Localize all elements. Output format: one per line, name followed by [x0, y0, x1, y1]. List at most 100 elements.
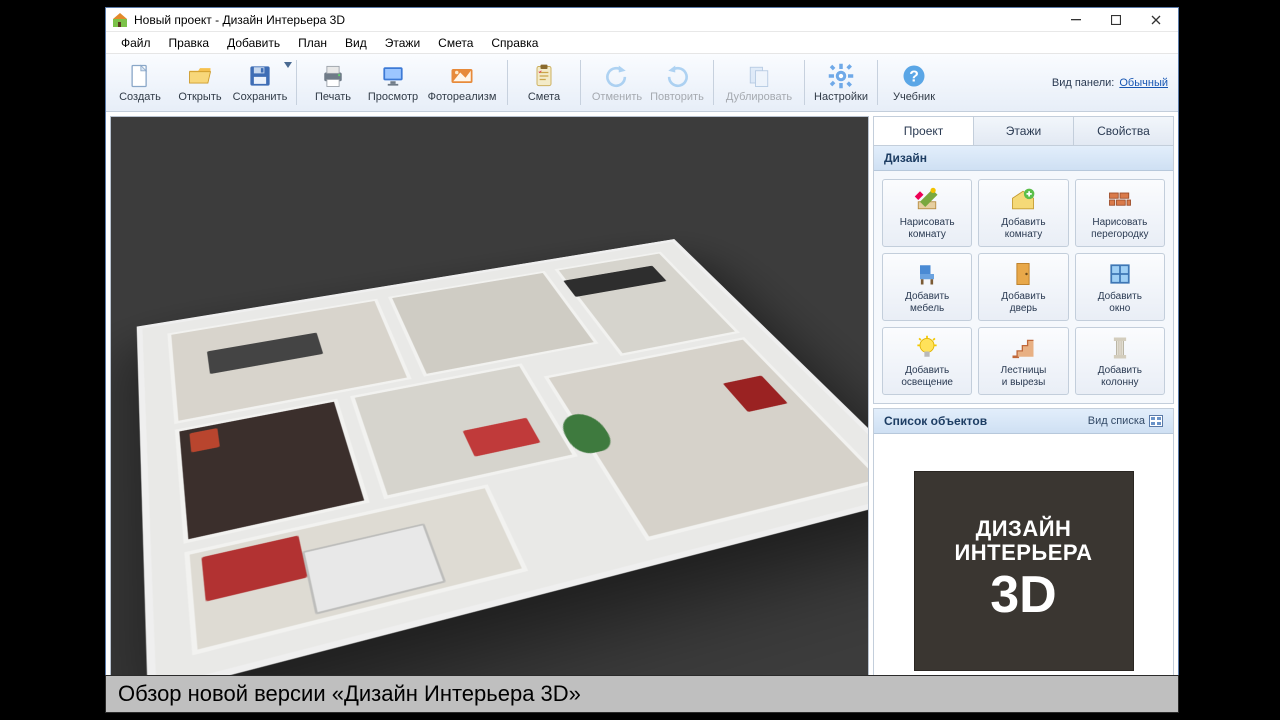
window-icon	[1106, 260, 1134, 288]
render-icon	[448, 62, 476, 90]
design-add-furn-label: Добавитьмебель	[905, 291, 949, 314]
list-view-label: Вид списка	[1088, 415, 1145, 427]
bulb-icon	[913, 334, 941, 362]
toolbar-save-label: Сохранить	[233, 92, 288, 103]
design-add-room-label: Добавитькомнату	[1001, 217, 1045, 240]
list-view-toggle[interactable]	[1149, 415, 1163, 427]
menu-смета[interactable]: Смета	[429, 32, 482, 53]
caption-text: Обзор новой версии «Дизайн Интерьера 3D»	[118, 681, 581, 707]
design-draw-room-label: Нарисоватькомнату	[900, 217, 955, 240]
design-header-label: Дизайн	[884, 151, 927, 165]
ad-banner[interactable]: ДИЗАЙН ИНТЕРЬЕРА 3D	[914, 471, 1134, 671]
design-section: Дизайн Нарисоватькомнату Добавитькомнату Н…	[873, 145, 1174, 404]
design-add-light-button[interactable]: Добавитьосвещение	[882, 327, 972, 395]
panel-tab-2[interactable]: Свойства	[1074, 117, 1173, 145]
app-window: Новый проект - Дизайн Интерьера 3D ФайлП…	[105, 7, 1179, 713]
ad-line2: ИНТЕРЬЕРА	[954, 541, 1092, 565]
panel-tab-0[interactable]: Проект	[874, 117, 974, 145]
door-icon	[1009, 260, 1037, 288]
gear-icon	[827, 62, 855, 90]
file-new-icon	[126, 62, 154, 90]
design-add-light-label: Добавитьосвещение	[901, 365, 953, 388]
toolbar-preview-button[interactable]: Просмотр	[363, 56, 423, 109]
ad-area: ДИЗАЙН ИНТЕРЬЕРА 3D	[874, 434, 1173, 707]
maximize-button[interactable]	[1096, 8, 1136, 32]
design-stairs-button[interactable]: Лестницыи вырезы	[978, 327, 1068, 395]
toolbar-estimate-button[interactable]: Смета	[514, 56, 574, 109]
printer-icon	[319, 62, 347, 90]
menu-этажи[interactable]: Этажи	[376, 32, 429, 53]
design-draw-wall-button[interactable]: Нарисоватьперегородку	[1075, 179, 1165, 247]
floorplan-render	[111, 117, 868, 707]
toolbar-create-label: Создать	[119, 92, 161, 103]
svg-text:?: ?	[909, 68, 919, 85]
redo-icon	[663, 62, 691, 90]
toolbar-settings-label: Настройки	[814, 92, 868, 103]
toolbar-print-label: Печать	[315, 92, 351, 103]
toolbar-print-button[interactable]: Печать	[303, 56, 363, 109]
panel-tabs: ПроектЭтажиСвойства	[873, 116, 1174, 145]
objects-section: Список объектов Вид списка ДИЗАЙН ИНТЕРЬ…	[873, 408, 1174, 708]
toolbar-redo-button: Повторить	[647, 56, 707, 109]
menubar: ФайлПравкаДобавитьПланВидЭтажиСметаСправ…	[106, 32, 1178, 54]
chair-icon	[913, 260, 941, 288]
titlebar: Новый проект - Дизайн Интерьера 3D	[106, 8, 1178, 32]
stairs-icon	[1009, 334, 1037, 362]
menu-файл[interactable]: Файл	[112, 32, 160, 53]
viewport-3d[interactable]	[110, 116, 869, 708]
menu-вид[interactable]: Вид	[336, 32, 376, 53]
toolbar-open-button[interactable]: Открыть	[170, 56, 230, 109]
toolbar-photoreal-label: Фотореализм	[428, 92, 497, 103]
design-stairs-label: Лестницыи вырезы	[1001, 365, 1047, 388]
design-draw-wall-label: Нарисоватьперегородку	[1091, 217, 1148, 240]
viewmode-label: Вид панели:	[1052, 77, 1114, 89]
help-icon: ?	[900, 62, 928, 90]
menu-добавить[interactable]: Добавить	[218, 32, 289, 53]
wall-icon	[1106, 186, 1134, 214]
design-add-door-label: Добавитьдверь	[1001, 291, 1045, 314]
toolbar-settings-button[interactable]: Настройки	[811, 56, 871, 109]
design-add-column-button[interactable]: Добавитьколонну	[1075, 327, 1165, 395]
design-draw-room-button[interactable]: Нарисоватькомнату	[882, 179, 972, 247]
design-add-column-label: Добавитьколонну	[1098, 365, 1142, 388]
window-title: Новый проект - Дизайн Интерьера 3D	[134, 13, 345, 27]
app-icon	[112, 12, 128, 28]
toolbar-help-label: Учебник	[893, 92, 935, 103]
monitor-icon	[379, 62, 407, 90]
toolbar-open-label: Открыть	[178, 92, 221, 103]
toolbar-preview-label: Просмотр	[368, 92, 418, 103]
toolbar-undo-button: Отменить	[587, 56, 647, 109]
right-panel: ПроектЭтажиСвойства Дизайн Нарисоватьком…	[873, 116, 1174, 708]
objects-header: Список объектов Вид списка	[874, 409, 1173, 434]
menu-правка[interactable]: Правка	[160, 32, 219, 53]
toolbar-create-button[interactable]: Создать	[110, 56, 170, 109]
design-add-window-label: Добавитьокно	[1098, 291, 1142, 314]
toolbar-save-button[interactable]: Сохранить	[230, 56, 290, 109]
toolbar-undo-label: Отменить	[592, 92, 642, 103]
toolbar-help-button[interactable]: ? Учебник	[884, 56, 944, 109]
toolbar-photoreal-button[interactable]: Фотореализм	[423, 56, 501, 109]
design-add-door-button[interactable]: Добавитьдверь	[978, 253, 1068, 321]
viewmode-link[interactable]: Обычный	[1119, 77, 1168, 89]
design-add-furn-button[interactable]: Добавитьмебель	[882, 253, 972, 321]
design-header: Дизайн	[874, 146, 1173, 171]
undo-icon	[603, 62, 631, 90]
diskette-icon	[246, 62, 274, 90]
panel-tab-1[interactable]: Этажи	[974, 117, 1074, 145]
minimize-button[interactable]	[1056, 8, 1096, 32]
room-plus-icon	[1009, 186, 1037, 214]
video-caption: Обзор новой версии «Дизайн Интерьера 3D»	[105, 675, 1179, 713]
pencil-room-icon	[913, 186, 941, 214]
menu-справка[interactable]: Справка	[482, 32, 547, 53]
design-add-room-button[interactable]: Добавитькомнату	[978, 179, 1068, 247]
column-icon	[1106, 334, 1134, 362]
menu-план[interactable]: План	[289, 32, 336, 53]
duplicate-icon	[745, 62, 773, 90]
objects-header-label: Список объектов	[884, 414, 987, 428]
design-add-window-button[interactable]: Добавитьокно	[1075, 253, 1165, 321]
clipboard-icon	[530, 62, 558, 90]
toolbar-estimate-label: Смета	[528, 92, 560, 103]
ad-line3: 3D	[990, 567, 1056, 624]
close-button[interactable]	[1136, 8, 1176, 32]
panel-view-mode: Вид панели: Обычный	[1052, 56, 1172, 109]
